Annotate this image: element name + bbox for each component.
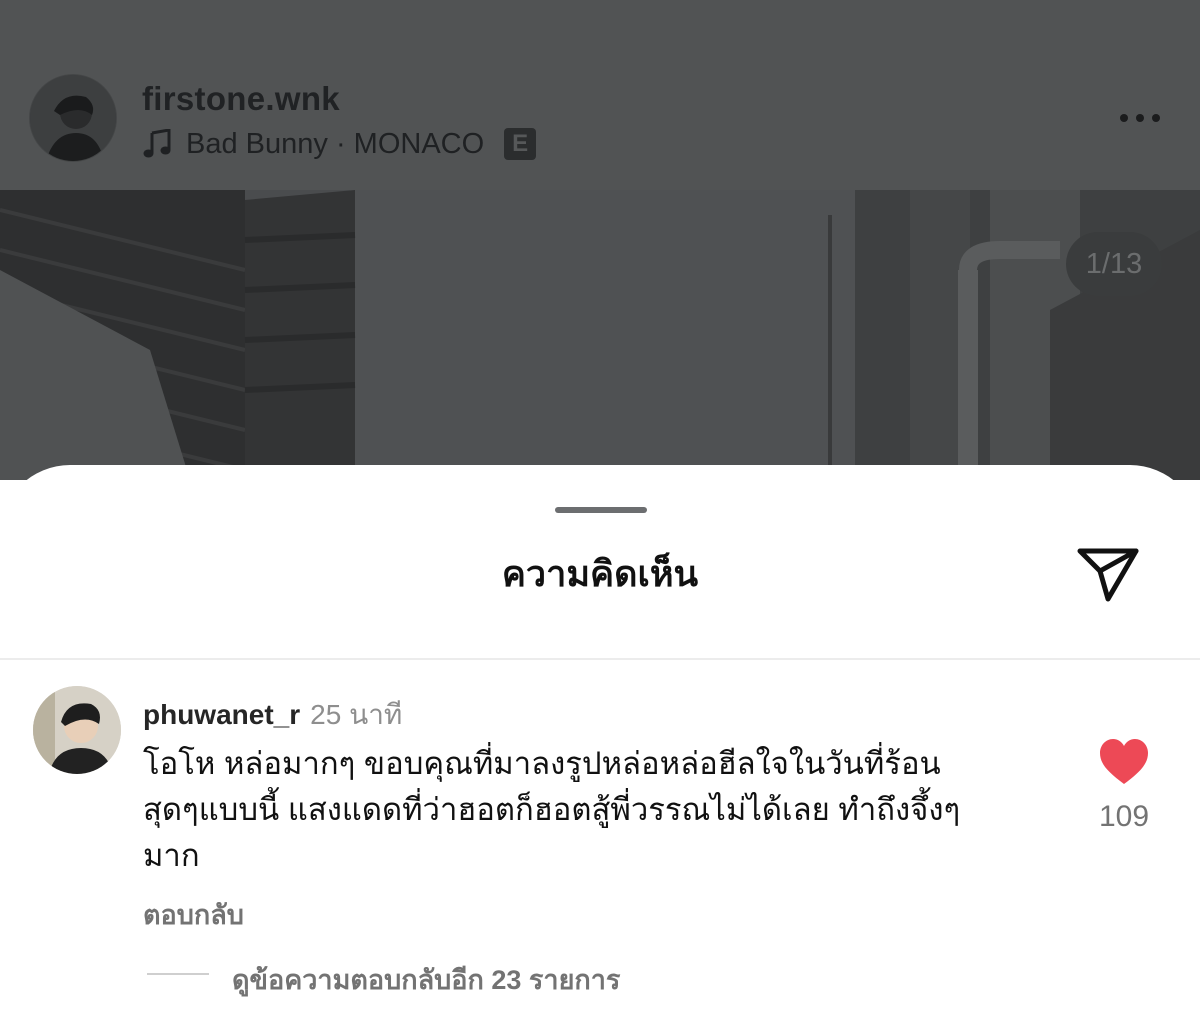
send-icon [1077,548,1139,602]
music-track-label: Bad Bunny · MONACO [186,127,485,160]
comment-header: phuwanet_r 25 นาที [143,693,402,737]
post-photo[interactable] [0,190,1200,480]
sheet-drag-handle[interactable] [555,507,647,513]
view-more-replies-button[interactable]: ดูข้อความตอบกลับอีก 23 รายการ [232,958,620,1001]
commenter-username[interactable]: phuwanet_r [143,699,300,731]
image-counter: 1/13 [1066,232,1162,296]
music-note-icon [143,129,171,158]
sheet-divider [0,658,1200,660]
share-button[interactable] [1072,541,1144,607]
post-username[interactable]: firstone.wnk [142,80,340,118]
replies-line [147,973,209,975]
like-button[interactable] [1098,738,1150,786]
more-horizontal-icon [1120,114,1128,122]
comment-timestamp: 25 นาที [310,699,403,730]
more-options-button[interactable] [1112,106,1168,130]
commenter-avatar[interactable] [33,686,121,774]
comment-line: สุดๆแบบนี้ แสงแดดที่ว่าฮอตก็ฮอตสู้พี่วรร… [143,792,961,827]
heart-icon [1100,739,1148,784]
music-info[interactable]: Bad Bunny · MONACO E [142,126,537,162]
explicit-badge: E [504,128,537,160]
comment-line: มาก [143,838,200,873]
comments-title: ความคิดเห็น [501,553,699,594]
comment-line: โอโห หล่อมากๆ ขอบคุณที่มาลงรูปหล่อหล่อฮี… [143,746,941,781]
post-author-avatar[interactable] [30,75,116,161]
reply-button[interactable]: ตอบกลับ [143,893,244,936]
like-count: 109 [1098,800,1150,833]
comment-text: โอโห หล่อมากๆ ขอบคุณที่มาลงรูปหล่อหล่อฮี… [143,741,1058,879]
